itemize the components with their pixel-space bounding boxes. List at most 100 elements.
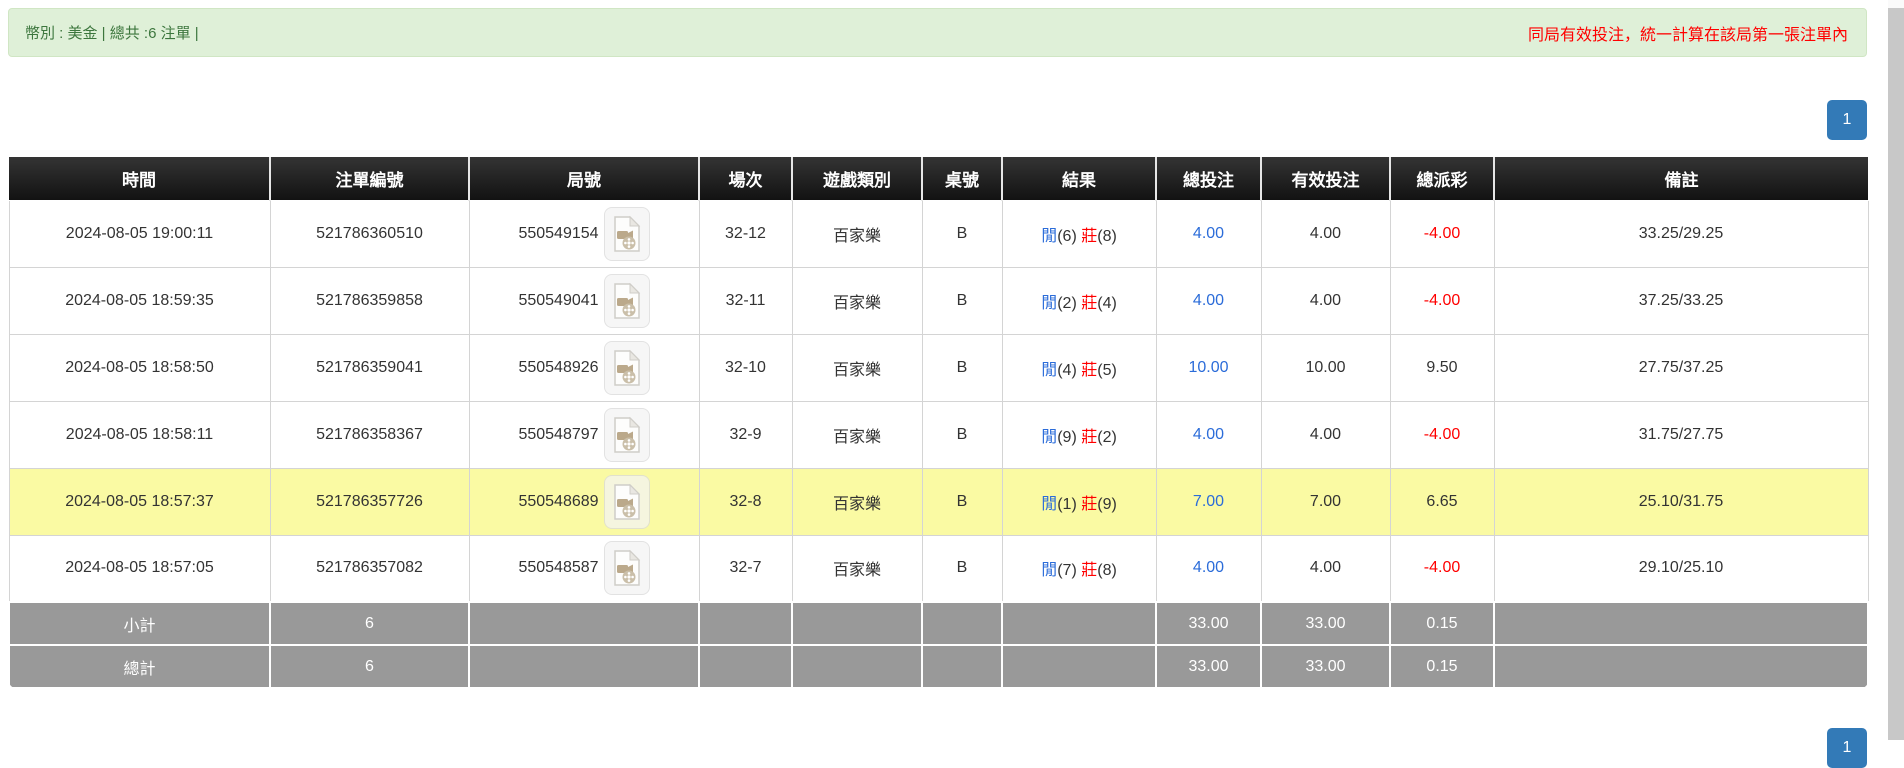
cell-remark: 25.10/31.75 xyxy=(1493,467,1869,536)
result-player-label: 閒 xyxy=(1041,428,1058,446)
table-footer: 小計 6 33.00 33.00 0.15 總計 6 33.00 33.00 0.15 xyxy=(8,601,1869,689)
cell-total-payout: -4.00 xyxy=(1389,400,1495,469)
currency-summary-text: 幣別 : 美金 | 總共 :6 注單 | xyxy=(25,25,199,42)
footer-empty xyxy=(921,644,1003,689)
cell-remark: 27.75/37.25 xyxy=(1493,333,1869,402)
cell-total-payout: -4.00 xyxy=(1389,199,1495,268)
round-id-group: 550548689 xyxy=(474,474,695,529)
result-player-label: 閒 xyxy=(1041,562,1058,580)
cell-game-type: 百家樂 xyxy=(791,333,923,402)
cell-bet-id: 521786359041 xyxy=(269,333,470,402)
cell-time: 2024-08-05 18:59:35 xyxy=(8,266,271,335)
cell-bet-id: 521786359858 xyxy=(269,266,470,335)
cell-valid-bet: 4.00 xyxy=(1260,534,1391,603)
cell-bet-id: 521786360510 xyxy=(269,199,470,268)
cell-remark: 31.75/27.75 xyxy=(1493,400,1869,469)
cell-total-payout: 6.65 xyxy=(1389,467,1495,536)
cell-total-bet: 4.00 xyxy=(1155,199,1262,268)
total-bet-link[interactable]: 10.00 xyxy=(1188,359,1228,376)
result-player-value: (9) xyxy=(1057,428,1082,446)
video-replay-button[interactable] xyxy=(603,206,650,261)
table-body: 2024-08-05 19:00:11 521786360510 550549154… xyxy=(8,199,1869,603)
result-player-value: (7) xyxy=(1057,562,1082,580)
cell-game-type: 百家樂 xyxy=(791,534,923,603)
table-row: 2024-08-05 18:57:05 521786357082 550548587… xyxy=(8,534,1869,603)
table-header: 時間 注單編號 局號 場次 遊戲類別 桌號 結果 總投注 有效投注 總派彩 備註 xyxy=(9,157,1868,201)
page-button-1[interactable]: 1 xyxy=(1827,728,1867,768)
total-bet-link[interactable]: 4.00 xyxy=(1193,559,1224,576)
cell-result: 閒(1) 莊(9) xyxy=(1001,467,1157,536)
cell-round-id: 550548797 xyxy=(468,400,700,469)
result-banker-label: 莊 xyxy=(1081,294,1098,312)
table-row: 2024-08-05 18:59:35 521786359858 550549041… xyxy=(8,266,1869,335)
bet-records-table: 時間 注單編號 局號 場次 遊戲類別 桌號 結果 總投注 有效投注 總派彩 備註… xyxy=(8,157,1869,689)
video-file-icon xyxy=(613,483,640,520)
column-header-valid-bet: 有效投注 xyxy=(1261,157,1391,201)
cell-game-type: 百家樂 xyxy=(791,199,923,268)
result-banker-value: (9) xyxy=(1097,495,1117,513)
video-replay-button[interactable] xyxy=(603,541,650,596)
footer-empty xyxy=(921,601,1003,646)
table-row: 2024-08-05 18:58:50 521786359041 550548926… xyxy=(8,333,1869,402)
cell-round-id: 550548587 xyxy=(468,534,700,603)
total-bet-link[interactable]: 4.00 xyxy=(1193,426,1224,443)
footer-label: 總計 xyxy=(8,644,271,689)
total-bet-link[interactable]: 4.00 xyxy=(1193,292,1224,309)
cell-session: 32-7 xyxy=(698,534,793,603)
video-file-icon xyxy=(613,215,640,252)
footer-label: 小計 xyxy=(8,601,271,646)
cell-round-id: 550548689 xyxy=(468,467,700,536)
cell-round-id: 550548926 xyxy=(468,333,700,402)
cell-total-bet: 7.00 xyxy=(1155,467,1262,536)
footer-empty xyxy=(1001,644,1157,689)
column-header-bet-id: 注單編號 xyxy=(270,157,470,201)
video-replay-button[interactable] xyxy=(603,340,650,395)
video-file-icon xyxy=(613,416,640,453)
cell-total-payout: -4.00 xyxy=(1389,534,1495,603)
cell-result: 閒(6) 莊(8) xyxy=(1001,199,1157,268)
cell-valid-bet: 7.00 xyxy=(1260,467,1391,536)
cell-time: 2024-08-05 18:57:37 xyxy=(8,467,271,536)
footer-empty xyxy=(791,601,923,646)
cell-result: 閒(7) 莊(8) xyxy=(1001,534,1157,603)
video-file-icon xyxy=(613,550,640,586)
cell-bet-id: 521786358367 xyxy=(269,400,470,469)
page-button-1[interactable]: 1 xyxy=(1827,100,1867,140)
bet-records-table-wrap: 時間 注單編號 局號 場次 遊戲類別 桌號 結果 總投注 有效投注 總派彩 備註… xyxy=(8,157,1869,689)
cell-remark: 37.25/33.25 xyxy=(1493,266,1869,335)
cell-valid-bet: 4.00 xyxy=(1260,400,1391,469)
column-header-round-id: 局號 xyxy=(469,157,700,201)
footer-valid-bet: 33.00 xyxy=(1260,644,1391,689)
result-player-value: (1) xyxy=(1057,495,1082,513)
table-row: 2024-08-05 19:00:11 521786360510 550549154… xyxy=(8,199,1869,268)
cell-total-payout: 9.50 xyxy=(1389,333,1495,402)
round-id-text: 550549154 xyxy=(518,224,599,242)
subtotal-row: 小計 6 33.00 33.00 0.15 xyxy=(8,601,1869,646)
footer-count: 6 xyxy=(269,601,470,646)
summary-banner: 幣別 : 美金 | 總共 :6 注單 | 同局有效投注，統一計算在該局第一張注單… xyxy=(8,8,1867,57)
cell-total-bet: 4.00 xyxy=(1155,400,1262,469)
round-id-text: 550548926 xyxy=(518,358,599,376)
round-id-group: 550549041 xyxy=(474,273,695,328)
video-replay-button[interactable] xyxy=(603,273,650,328)
cell-time: 2024-08-05 18:58:50 xyxy=(8,333,271,402)
video-replay-button[interactable] xyxy=(603,474,650,529)
result-banker-value: (4) xyxy=(1097,294,1117,312)
cell-bet-id: 521786357082 xyxy=(269,534,470,603)
round-id-group: 550548587 xyxy=(474,541,695,596)
round-id-text: 550549041 xyxy=(518,291,599,309)
footer-count: 6 xyxy=(269,644,470,689)
scrollbar-thumb[interactable] xyxy=(1888,8,1904,740)
result-player-label: 閒 xyxy=(1041,227,1058,245)
total-bet-link[interactable]: 4.00 xyxy=(1193,225,1224,242)
cell-session: 32-11 xyxy=(698,266,793,335)
video-file-icon xyxy=(613,349,640,386)
cell-result: 閒(4) 莊(5) xyxy=(1001,333,1157,402)
total-bet-link[interactable]: 7.00 xyxy=(1193,493,1224,510)
result-banker-label: 莊 xyxy=(1081,227,1098,245)
result-banker-label: 莊 xyxy=(1081,361,1098,379)
result-banker-label: 莊 xyxy=(1081,495,1098,513)
cell-total-bet: 4.00 xyxy=(1155,534,1262,603)
video-replay-button[interactable] xyxy=(603,407,650,462)
cell-session: 32-9 xyxy=(698,400,793,469)
